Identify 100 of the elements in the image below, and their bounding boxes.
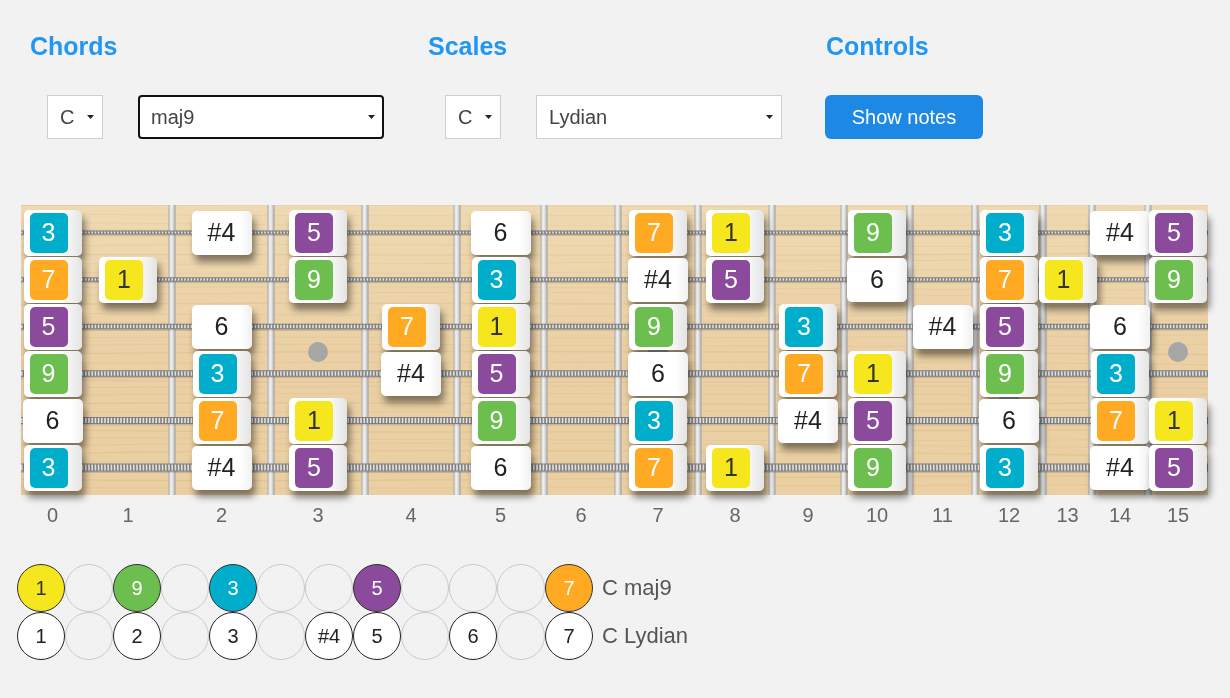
fret-number: 10: [865, 503, 889, 527]
chord-note-tile: 7: [635, 447, 673, 488]
panel-heading: Scales: [428, 31, 508, 61]
panel-heading: Controls: [826, 31, 929, 61]
interval-circle: 5: [353, 564, 401, 612]
interval-circle: 3: [209, 612, 257, 660]
chord-note-tile: 9: [477, 400, 516, 441]
chord-note-tile: 3: [198, 353, 237, 394]
chord-note-tile: 3: [29, 212, 68, 253]
chord-note-tile: 1: [712, 212, 750, 253]
chord-note-tile: 9: [854, 447, 892, 488]
scale-note-card: #4: [912, 304, 973, 349]
scale-note-card: #4: [1090, 445, 1150, 490]
chord-note-tile: 1: [854, 353, 892, 394]
fret-number: 7: [652, 503, 664, 527]
chord-note-tile: 1: [295, 400, 333, 441]
scale-note-card: #4: [628, 257, 688, 302]
scale-note-card: 6: [191, 304, 252, 349]
chord-note-tile: 1: [1044, 259, 1083, 300]
scale-note-card: #4: [1090, 210, 1150, 255]
interval-circle: 7: [545, 564, 593, 612]
fret-number: 15: [1166, 503, 1190, 527]
chord-note-tile: 3: [785, 306, 823, 347]
interval-circle: #4: [305, 612, 353, 660]
primary-button[interactable]: Show notes: [825, 95, 983, 139]
row-label: C Lydian: [602, 623, 688, 649]
fret-number: 1: [122, 503, 134, 527]
fret-number: 0: [46, 503, 59, 527]
fret-number: 2: [215, 503, 228, 527]
dropdown[interactable]: Lydian: [536, 95, 782, 139]
chord-note-tile: 1: [105, 259, 143, 300]
dropdown[interactable]: maj9: [138, 95, 384, 139]
chord-note-tile: 7: [986, 259, 1024, 300]
caret-icon: [87, 115, 94, 119]
chord-note-tile: 7: [1097, 400, 1135, 441]
fret-number: 12: [997, 503, 1021, 527]
chord-note-tile: 3: [1097, 353, 1135, 394]
scale-note-card: 6: [628, 351, 688, 396]
dropdown[interactable]: C: [47, 95, 103, 139]
chord-note-tile: 3: [986, 212, 1024, 253]
scale-note-card: 6: [470, 210, 531, 255]
fret-number: 13: [1056, 503, 1079, 527]
interval-circle: 6: [449, 612, 497, 660]
chord-note-tile: 7: [388, 306, 426, 347]
chord-note-tile: 7: [198, 400, 237, 441]
chord-note-tile: 5: [1155, 212, 1193, 253]
chord-note-tile: 7: [29, 259, 68, 300]
interval-circle: 5: [353, 612, 401, 660]
panel-heading: Chords: [30, 31, 118, 61]
fret-number: 5: [494, 503, 507, 527]
fret-number: 11: [932, 503, 953, 527]
row-label: C maj9: [602, 575, 672, 601]
chord-note-tile: 9: [29, 353, 68, 394]
chord-note-tile: 5: [986, 306, 1024, 347]
fret-number: 4: [405, 503, 417, 527]
scale-note-card: #4: [778, 398, 838, 443]
chord-note-tile: 9: [635, 306, 673, 347]
chord-note-tile: 5: [1155, 447, 1193, 488]
scale-note-card: 6: [979, 398, 1039, 443]
interval-circle: 1: [17, 564, 65, 612]
caret-icon: [766, 115, 773, 119]
chord-note-tile: 3: [635, 400, 673, 441]
fret-number: 6: [575, 503, 587, 527]
scale-note-card: 6: [22, 398, 83, 443]
chord-note-tile: 5: [477, 353, 516, 394]
fret-number: 14: [1108, 503, 1132, 527]
chord-note-tile: 3: [29, 447, 68, 488]
scale-note-card: #4: [381, 351, 441, 396]
fret-number: 9: [802, 503, 814, 527]
chord-note-tile: 1: [712, 447, 750, 488]
chord-note-tile: 9: [986, 353, 1024, 394]
interval-circle: 9: [113, 564, 161, 612]
scale-note-card: 6: [470, 445, 531, 490]
scale-note-card: 6: [847, 257, 907, 302]
fret-number: 3: [312, 503, 324, 527]
scale-note-card: #4: [191, 210, 252, 255]
chord-note-tile: 9: [854, 212, 892, 253]
caret-icon: [485, 115, 492, 119]
chord-note-tile: 1: [477, 306, 516, 347]
chord-note-tile: 5: [854, 400, 892, 441]
interval-circle: 3: [209, 564, 257, 612]
chord-note-tile: 7: [635, 212, 673, 253]
chord-note-tile: 5: [295, 212, 333, 253]
chord-note-tile: 9: [1155, 259, 1193, 300]
chord-note-tile: 7: [785, 353, 823, 394]
chord-note-tile: 3: [477, 259, 516, 300]
interval-circle: 1: [17, 612, 65, 660]
chord-note-tile: 5: [295, 447, 333, 488]
chord-note-tile: 9: [295, 259, 333, 300]
caret-icon: [368, 115, 375, 119]
interval-circle: 7: [545, 612, 593, 660]
fret-number: 8: [729, 503, 741, 527]
chord-note-tile: 1: [1155, 400, 1193, 441]
scale-note-card: #4: [191, 445, 252, 490]
interval-circle: 2: [113, 612, 161, 660]
chord-note-tile: 3: [986, 447, 1024, 488]
scale-note-card: 6: [1090, 304, 1150, 349]
chord-note-tile: 5: [29, 306, 68, 347]
chord-note-tile: 5: [712, 259, 750, 300]
dropdown[interactable]: C: [445, 95, 501, 139]
